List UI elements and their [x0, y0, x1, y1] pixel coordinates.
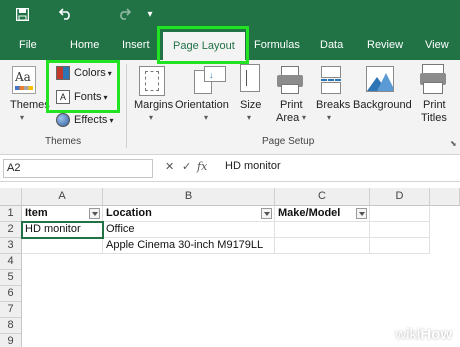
- cell-c1[interactable]: Make/Model: [275, 206, 370, 222]
- cell-c3[interactable]: [275, 238, 370, 254]
- dialog-launcher-icon[interactable]: ⬊: [450, 139, 457, 148]
- watermark-how: How: [420, 326, 452, 343]
- tab-data[interactable]: Data: [320, 37, 343, 53]
- formula-input[interactable]: HD monitor: [225, 160, 281, 172]
- orientation-icon[interactable]: ↓: [192, 64, 226, 96]
- effects-caret-icon: ▾: [109, 115, 114, 125]
- filter-dropdown-icon[interactable]: [356, 208, 367, 219]
- size-icon[interactable]: [240, 64, 260, 96]
- breaks-icon[interactable]: [321, 66, 341, 94]
- group-separator: [126, 64, 127, 148]
- themes-group-label: Themes: [45, 136, 82, 147]
- print-area-label-line1[interactable]: Print: [280, 99, 303, 111]
- orientation-caret-icon: ▾: [204, 113, 209, 122]
- row-header[interactable]: 4: [0, 254, 22, 270]
- tab-formulas[interactable]: Formulas: [254, 37, 300, 53]
- column-header-c[interactable]: C: [275, 188, 370, 206]
- row-header[interactable]: 5: [0, 270, 22, 286]
- cell-b1-text: Location: [106, 207, 152, 219]
- confirm-entry-icon[interactable]: ✓: [182, 160, 191, 173]
- print-titles-label-line2[interactable]: Titles: [421, 112, 447, 124]
- column-header-d[interactable]: D: [370, 188, 430, 206]
- margins-icon[interactable]: [139, 66, 165, 96]
- cell-b3[interactable]: Apple Cinema 30-inch M9179LL: [103, 238, 275, 254]
- row-header[interactable]: 6: [0, 286, 22, 302]
- name-box[interactable]: A2: [3, 159, 153, 178]
- select-all-corner[interactable]: [0, 188, 22, 206]
- effects-icon: [56, 113, 70, 127]
- row-header[interactable]: 8: [0, 318, 22, 334]
- print-area-caret-icon: ▾: [302, 113, 307, 122]
- fonts-label: Fonts: [74, 91, 102, 103]
- tab-file[interactable]: File: [19, 37, 37, 53]
- cancel-entry-icon[interactable]: ✕: [165, 160, 174, 173]
- breaks-caret-icon: ▾: [327, 113, 332, 122]
- fonts-button[interactable]: A Fonts ▾: [56, 88, 108, 106]
- fonts-caret-icon: ▾: [103, 92, 108, 102]
- watermark-wiki: wiki: [395, 326, 421, 343]
- fonts-icon: A: [56, 90, 70, 104]
- column-header-e[interactable]: [430, 188, 460, 206]
- print-area-icon[interactable]: [277, 66, 303, 94]
- effects-label: Effects: [74, 114, 108, 126]
- filter-dropdown-icon[interactable]: [261, 208, 272, 219]
- ribbon: Aa Themes ▾ Colors ▾ A Fonts ▾ Effects ▾…: [0, 60, 460, 155]
- insert-function-icon[interactable]: fx: [197, 160, 207, 173]
- page-setup-group-label: Page Setup: [262, 136, 315, 147]
- ribbon-tabs: File Home Insert Page Layout Formulas Da…: [0, 28, 460, 60]
- cell-d1[interactable]: [370, 206, 430, 222]
- excel-window: ▾ File Home Insert Page Layout Formulas …: [0, 0, 460, 347]
- tab-insert[interactable]: Insert: [122, 37, 150, 53]
- themes-icon: Aa: [12, 66, 36, 94]
- spreadsheet-grid: A B C D 1 2 3 4 5 6 7 8 9 Item Location …: [0, 182, 460, 347]
- wikihow-watermark: wikiHow: [395, 326, 452, 343]
- cell-d3[interactable]: [370, 238, 430, 254]
- formula-bar: A2 ✕ ✓ fx HD monitor: [0, 155, 460, 182]
- cell-c1-text: Make/Model: [278, 207, 341, 219]
- orientation-label[interactable]: Orientation: [175, 99, 229, 111]
- print-area-label-line2[interactable]: Area: [276, 112, 299, 124]
- colors-button[interactable]: Colors ▾: [56, 64, 112, 82]
- background-icon[interactable]: [366, 66, 394, 92]
- cell-a3[interactable]: [22, 238, 103, 254]
- size-caret-icon: ▾: [247, 113, 252, 122]
- tab-page-layout[interactable]: Page Layout: [163, 32, 245, 60]
- tab-view[interactable]: View: [425, 37, 449, 53]
- cell-a1-text: Item: [25, 207, 48, 219]
- cell-b2[interactable]: Office: [103, 222, 275, 238]
- print-titles-icon[interactable]: [420, 64, 446, 94]
- cell-b1[interactable]: Location: [103, 206, 275, 222]
- themes-label: Themes: [10, 99, 50, 111]
- effects-button[interactable]: Effects ▾: [56, 111, 113, 129]
- row-header[interactable]: 1: [0, 206, 22, 222]
- margins-caret-icon: ▾: [149, 113, 154, 122]
- row-header[interactable]: 3: [0, 238, 22, 254]
- title-bar: ▾: [0, 0, 460, 28]
- themes-caret-icon: ▾: [20, 113, 25, 122]
- print-titles-label-line1[interactable]: Print: [423, 99, 446, 111]
- column-header-a[interactable]: A: [22, 188, 103, 206]
- filter-dropdown-icon[interactable]: [89, 208, 100, 219]
- row-header[interactable]: 9: [0, 334, 22, 347]
- colors-icon: [56, 66, 70, 80]
- tab-review[interactable]: Review: [367, 37, 403, 53]
- size-label[interactable]: Size: [240, 99, 261, 111]
- save-icon[interactable]: [12, 4, 32, 24]
- colors-caret-icon: ▾: [107, 68, 112, 78]
- colors-label: Colors: [74, 67, 106, 79]
- breaks-label[interactable]: Breaks: [316, 99, 350, 111]
- cell-a2[interactable]: HD monitor: [22, 222, 103, 238]
- customize-quick-access-icon[interactable]: ▾: [140, 4, 160, 24]
- cell-d2[interactable]: [370, 222, 430, 238]
- redo-icon[interactable]: [114, 4, 134, 24]
- column-header-b[interactable]: B: [103, 188, 275, 206]
- row-header[interactable]: 2: [0, 222, 22, 238]
- margins-label[interactable]: Margins: [134, 99, 173, 111]
- cell-c2[interactable]: [275, 222, 370, 238]
- row-header[interactable]: 7: [0, 302, 22, 318]
- background-label[interactable]: Background: [353, 99, 412, 111]
- tab-home[interactable]: Home: [70, 37, 99, 53]
- undo-icon[interactable]: [56, 4, 76, 24]
- cell-a1[interactable]: Item: [22, 206, 103, 222]
